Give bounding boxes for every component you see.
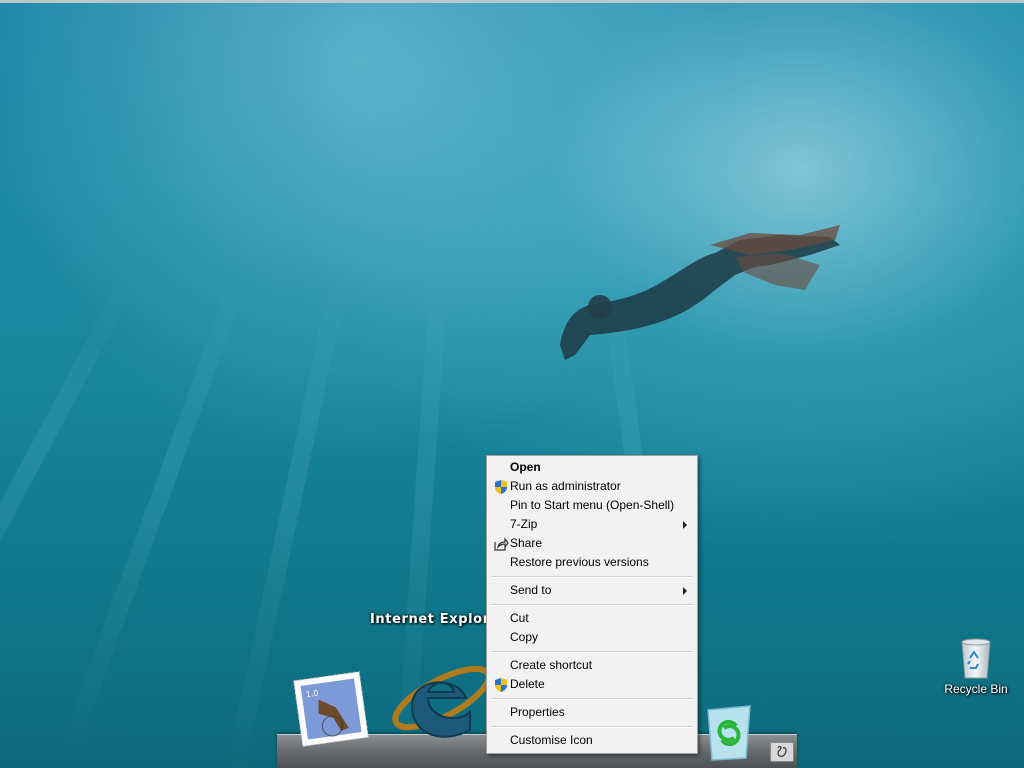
menu-item-label: 7-Zip [510,517,538,531]
menu-item-label: Cut [510,611,529,625]
menu-item-label: Restore previous versions [510,555,649,569]
menu-item-delete[interactable]: Delete [489,675,695,694]
menu-item-cut[interactable]: Cut [489,609,695,628]
desktop-icon-recycle-bin[interactable]: Recycle Bin [938,636,1014,706]
menu-item-label: Open [510,460,541,474]
context-menu: Open Run as administrator Pin to Start m… [486,455,698,754]
menu-item-label: Run as administrator [510,479,621,493]
menu-item-label: Send to [510,583,552,597]
menu-item-label: Properties [510,705,565,719]
menu-separator [491,651,693,653]
uac-shield-icon [495,480,507,494]
menu-item-run-as-administrator[interactable]: Run as administrator [489,477,695,496]
uac-shield-icon [495,678,507,692]
menu-item-properties[interactable]: Properties [489,703,695,722]
window-top-edge [0,0,1024,3]
dock-item-trash[interactable] [700,702,758,762]
dock-item-internet-explorer[interactable] [384,640,494,760]
menu-item-customise-icon[interactable]: Customise Icon [489,731,695,750]
menu-item-label: Copy [510,630,539,644]
menu-separator [491,604,693,606]
menu-item-send-to[interactable]: Send to [489,581,695,600]
menu-item-7zip[interactable]: 7-Zip [489,515,695,534]
menu-item-pin-to-start[interactable]: Pin to Start menu (Open-Shell) [489,496,695,515]
internet-explorer-icon [392,665,492,738]
menu-item-label: Delete [510,677,545,691]
submenu-arrow-icon [683,521,687,529]
desktop-background: Recycle Bin 1.0 Internet Explorer Open R… [0,0,1024,768]
menu-separator [491,576,693,578]
share-icon [494,537,509,551]
recycle-bin-icon [961,638,991,679]
diver-silhouette [560,225,840,360]
menu-separator [491,726,693,728]
stamp-version-text: 1.0 [305,689,319,700]
menu-item-label: Customise Icon [510,733,593,747]
menu-item-label: Share [510,536,543,550]
dock-item-finder[interactable] [770,742,794,762]
submenu-arrow-icon [683,587,687,595]
menu-item-open[interactable]: Open [489,458,695,477]
menu-item-label: Create shortcut [510,658,593,672]
menu-item-restore-previous-versions[interactable]: Restore previous versions [489,553,695,572]
menu-item-share[interactable]: Share [489,534,695,553]
mail-stamp-icon: 1.0 [293,671,369,747]
menu-item-copy[interactable]: Copy [489,628,695,647]
finder-icon [777,745,787,758]
menu-separator [491,698,693,700]
desktop-icon-label: Recycle Bin [944,682,1008,696]
trash-icon [707,705,751,761]
menu-item-create-shortcut[interactable]: Create shortcut [489,656,695,675]
light-ray [0,275,137,726]
dock-item-mail[interactable]: 1.0 [290,668,372,750]
menu-item-label: Pin to Start menu (Open-Shell) [510,498,675,512]
